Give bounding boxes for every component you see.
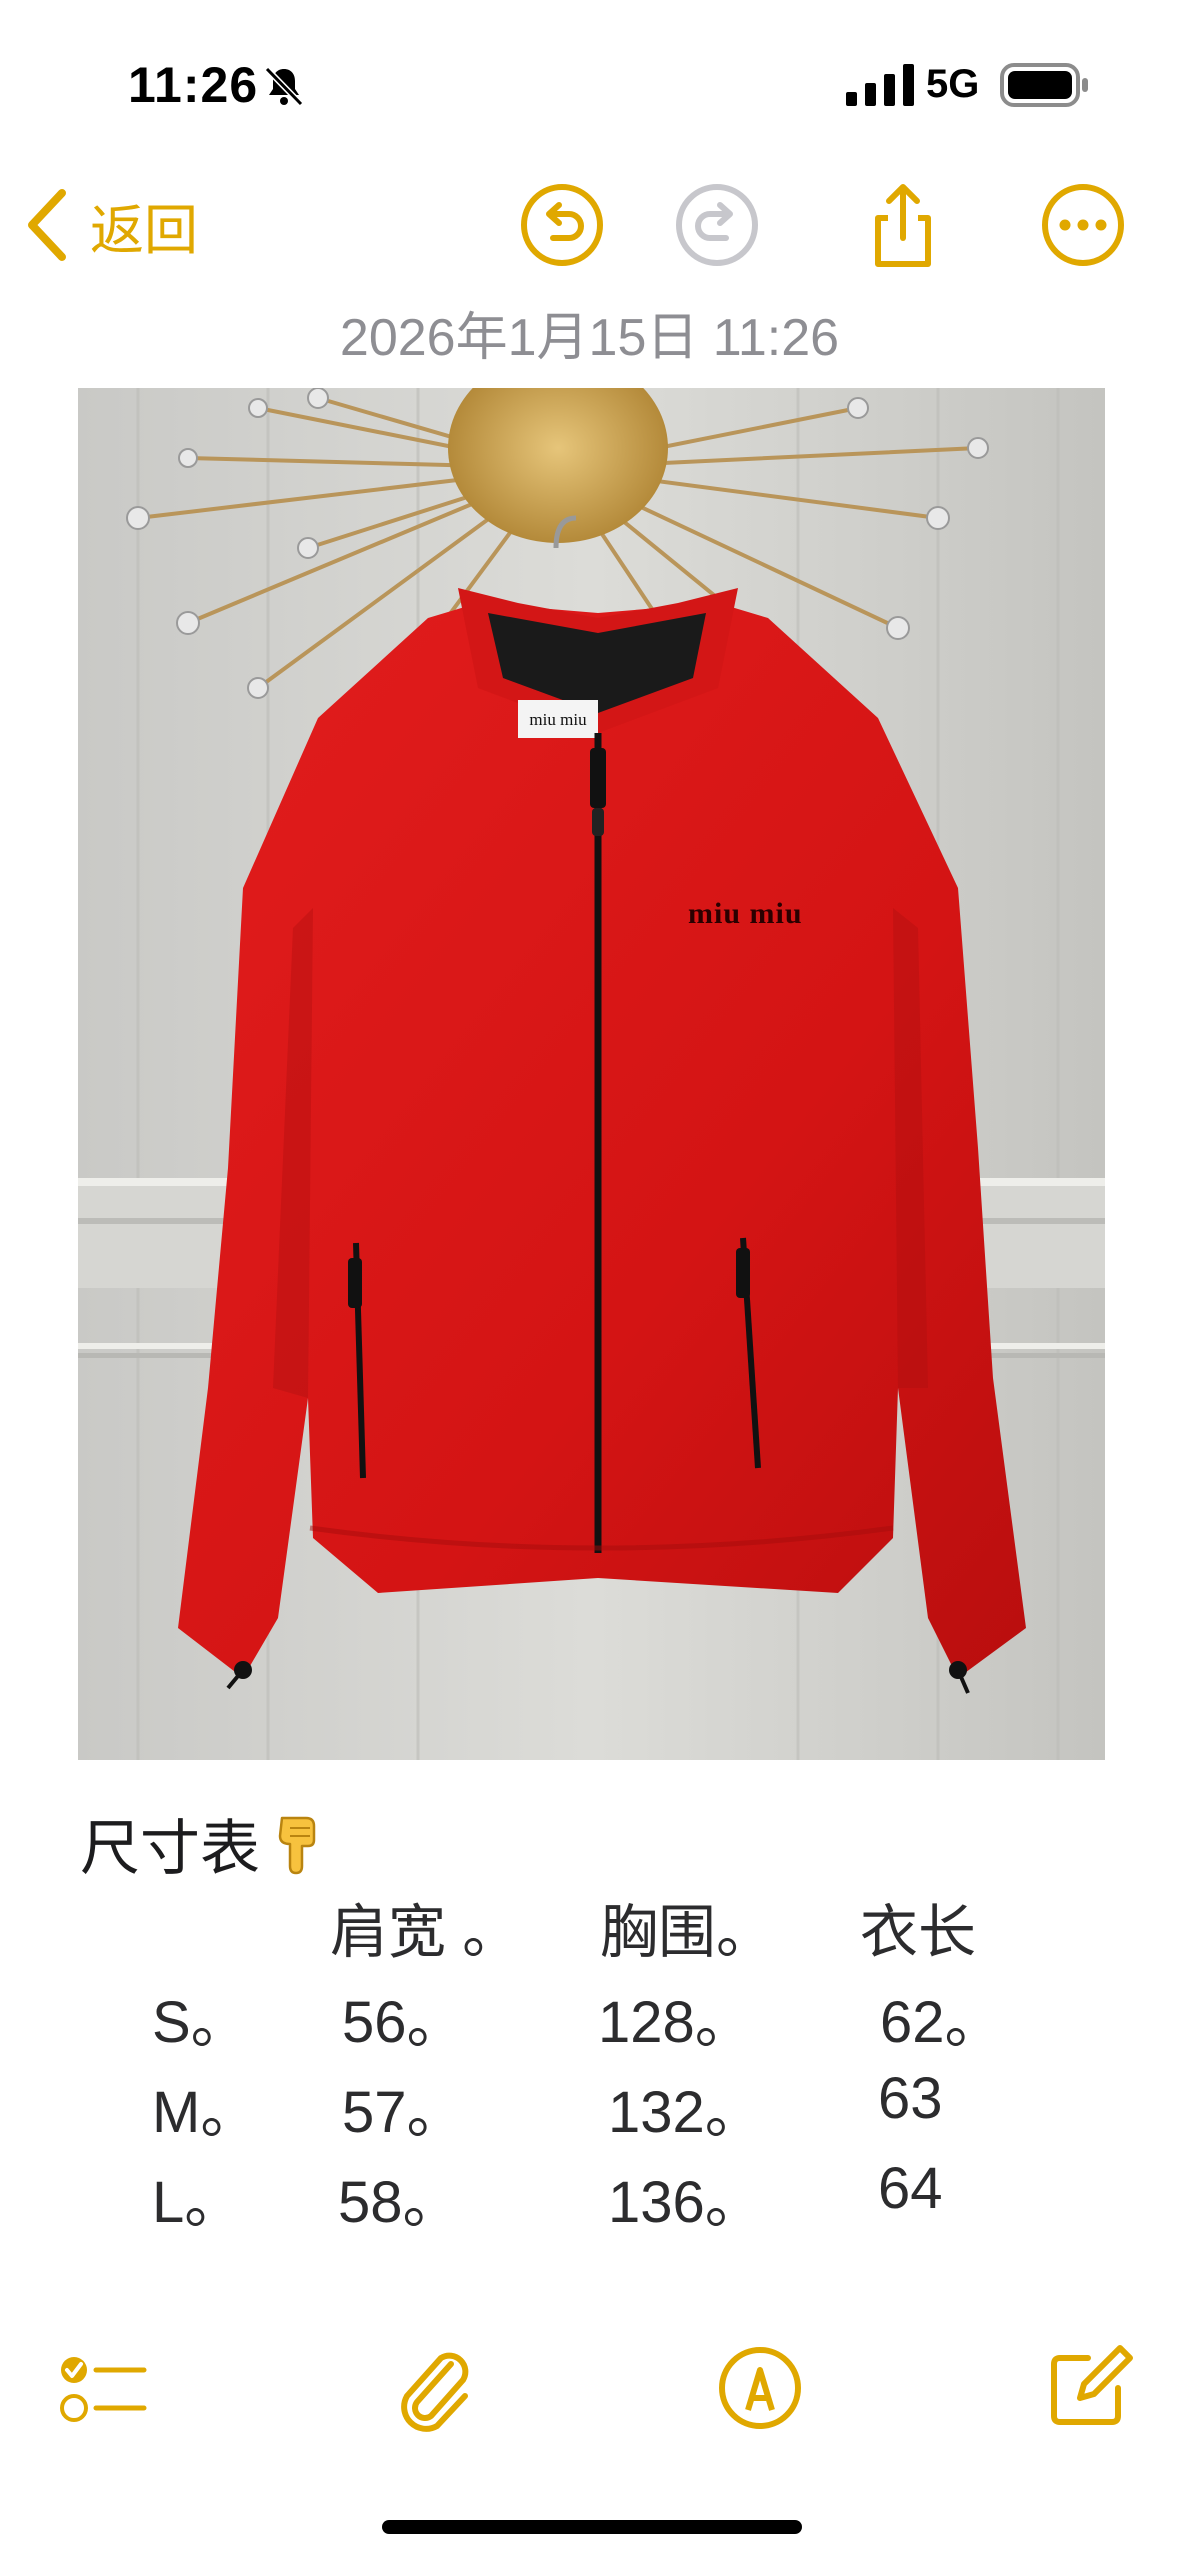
compose-icon[interactable] [1040, 2340, 1136, 2436]
table-cell-shoulder: 56。 [342, 1990, 465, 2055]
table-cell-chest: 128。 [598, 1990, 753, 2055]
battery-icon [1000, 63, 1088, 107]
status-time: 11:26 [128, 57, 259, 113]
table-row-size: S。 [152, 1990, 249, 2055]
table-cell-shoulder: 57。 [342, 2080, 465, 2145]
red-fleece-jacket-image: miu miu miu miu [78, 388, 1105, 1760]
table-row-size: L。 [152, 2170, 243, 2235]
table-cell-length: 64 [878, 2156, 943, 2221]
undo-icon[interactable] [517, 180, 607, 270]
chevron-left-icon [28, 189, 66, 261]
table-cell-chest: 132。 [608, 2080, 763, 2145]
table-cell-shoulder: 58。 [338, 2170, 461, 2235]
back-button[interactable]: 返回 [24, 180, 198, 270]
note-heading: 尺寸表 [80, 1800, 326, 1887]
table-row-size: M。 [152, 2080, 259, 2145]
note-photo[interactable]: miu miu miu miu [78, 388, 1105, 1760]
jacket-chest-logo: miu miu [688, 897, 803, 930]
checklist-icon[interactable] [52, 2340, 148, 2436]
note-heading-text: 尺寸表 [80, 1815, 260, 1882]
table-cell-length: 62。 [880, 1990, 1003, 2055]
network-type: 5G [926, 62, 980, 106]
bell-slash-icon [264, 66, 304, 107]
jacket-tag-text: miu miu [529, 710, 587, 729]
note-date: 2026年1月15日 11:26 [339, 309, 840, 367]
markup-pen-icon[interactable] [712, 2340, 808, 2436]
redo-icon[interactable] [672, 180, 762, 270]
signal-bars-icon [846, 64, 914, 106]
home-indicator[interactable] [382, 2520, 802, 2534]
table-header-chest: 胸围。 [600, 1900, 775, 1965]
paperclip-icon[interactable] [385, 2340, 481, 2436]
share-icon[interactable] [858, 180, 948, 270]
table-header-shoulder: 肩宽 。 [330, 1900, 521, 1965]
table-header-length: 衣长 [860, 1900, 977, 1965]
table-cell-chest: 136。 [608, 2170, 763, 2235]
pointing-down-hand-icon [278, 1816, 316, 1874]
more-icon[interactable] [1038, 180, 1128, 270]
table-cell-length: 63 [878, 2066, 943, 2131]
back-label: 返回 [90, 200, 198, 261]
